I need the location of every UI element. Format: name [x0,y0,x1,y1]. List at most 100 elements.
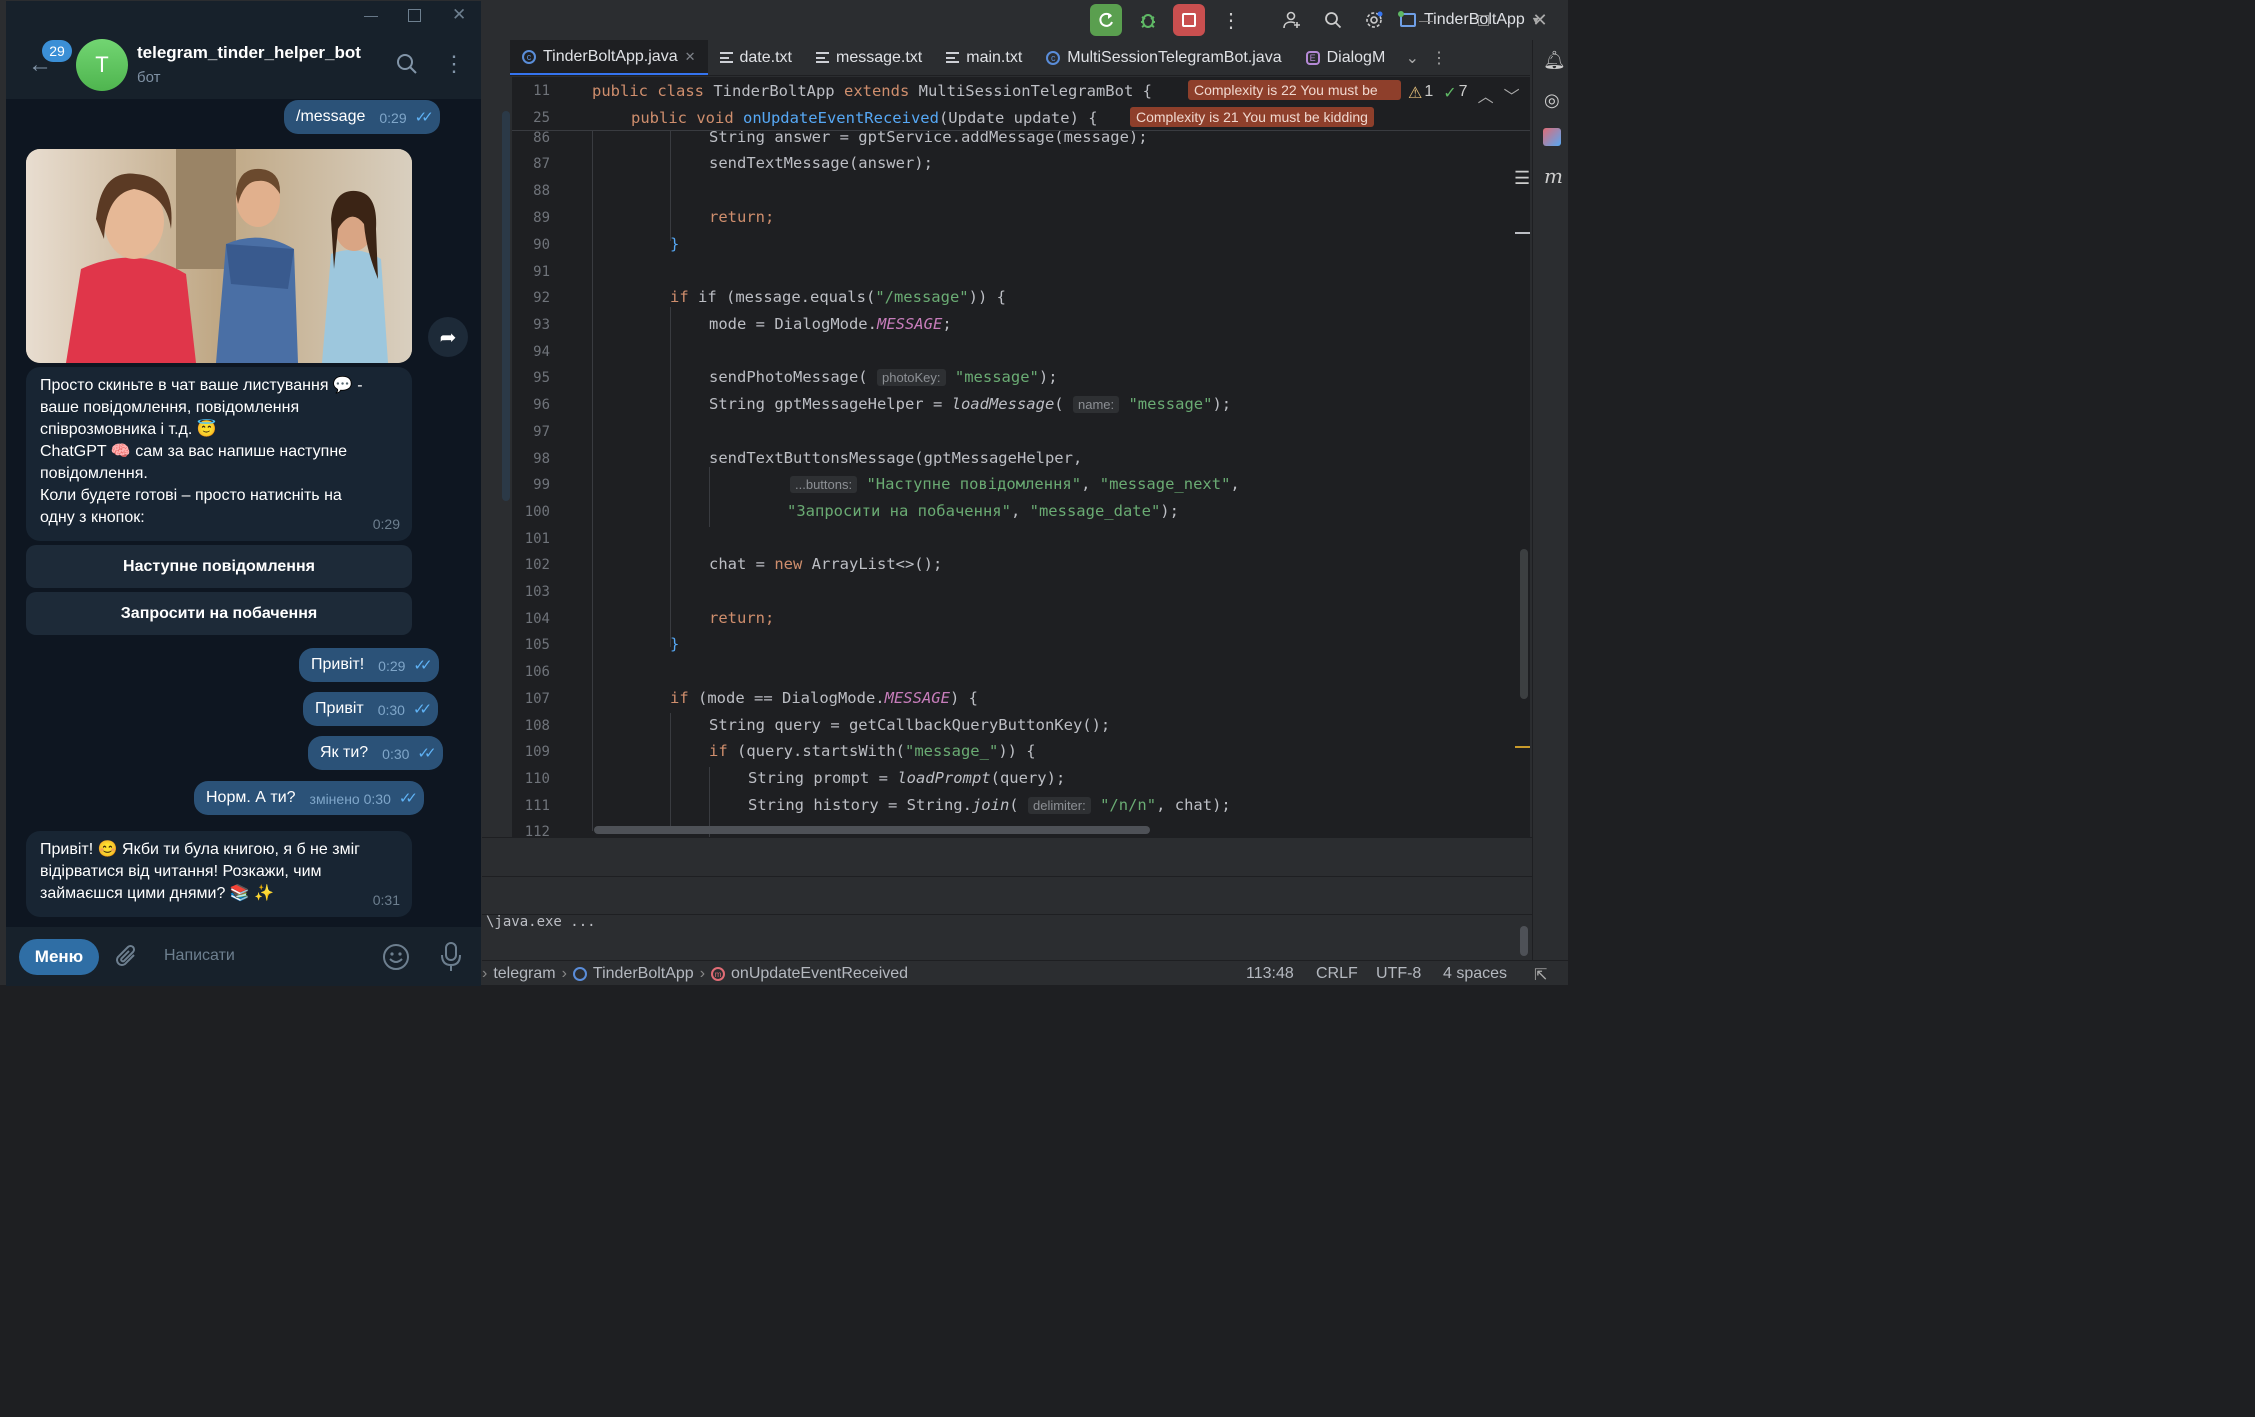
tab-dialogmode[interactable]: E DialogM [1294,40,1398,75]
vertical-scrollbar[interactable] [1520,549,1528,699]
incoming-message[interactable]: Просто скиньте в чат ваше листування 💬 -… [26,367,412,541]
microphone-icon[interactable] [440,941,462,973]
previous-highlight-icon[interactable]: ︿ [1478,83,1494,107]
line-number: 86 [533,130,550,146]
code-part: )) { [998,742,1036,760]
tab-tinderboltapp[interactable]: c TinderBoltApp.java ✕ [510,40,708,75]
line-number: 94 [533,344,550,360]
code-part: , [1081,475,1100,493]
telegram-window: — ✕ ← 29 T telegram_tinder_helper_bot бо… [5,0,510,986]
inline-button-ask-date[interactable]: Запросити на побачення [26,592,412,635]
code-line: if if (message.equals("/message")) { [670,288,1006,306]
line-number: 97 [533,424,550,440]
user-add-icon [1283,11,1300,29]
close-tab-icon[interactable]: ✕ [685,49,696,65]
tabs-overflow-button[interactable]: ⌄ [1398,40,1427,75]
chat-title[interactable]: telegram_tinder_helper_bot [137,43,361,63]
line-separator[interactable]: CRLF [1316,965,1358,983]
line-number: 92 [533,290,550,306]
rerun-button[interactable] [1090,4,1122,36]
inspection-widget[interactable]: ⚠ 1 ✓ 7 ︿ ﹀ [1408,83,1520,107]
message-list[interactable]: /message 0:29 ✓✓ ➦ Просто скиньте в чат … [6,99,481,927]
param-hint: name: [1072,396,1120,413]
stop-button[interactable] [1173,4,1205,36]
message-line: Коли будете готові – просто натисніть на [40,487,342,504]
avatar[interactable]: T [76,39,128,91]
restore-button[interactable] [1467,4,1499,36]
emoji-icon[interactable] [382,943,410,971]
add-user-button[interactable] [1276,4,1308,36]
code-part: , [1230,475,1240,493]
tab-message-txt[interactable]: message.txt [804,40,934,75]
check-icon: ✓ [1443,85,1457,102]
outgoing-message[interactable]: Як ти? 0:30 ✓✓ [308,736,443,770]
search-icon[interactable] [396,53,418,75]
breadcrumb-package[interactable]: telegram [493,965,555,983]
bot-menu-button[interactable]: Меню [19,939,99,975]
more-vertical-icon[interactable]: ⋮ [443,51,465,77]
sticky-line-class[interactable]: 11 public class TinderBoltApp extends Mu… [512,77,1530,104]
console-scrollbar[interactable] [1520,926,1528,956]
maven-icon[interactable]: m [1544,164,1563,188]
code-line: String query = getCallbackQueryButtonKey… [709,716,1111,734]
outgoing-message[interactable]: Привіт! 0:29 ✓✓ [299,648,439,682]
message-text: Привіт! [311,656,365,673]
reader-mode-icon[interactable]: ☰ [1514,168,1530,189]
tab-main-txt[interactable]: main.txt [934,40,1034,75]
tabs-more-button[interactable]: ⋮ [1427,40,1451,75]
line-number: 87 [533,156,550,172]
debug-button[interactable] [1132,4,1164,36]
more-vertical-icon: ⋮ [1221,9,1241,32]
tab-multisession[interactable]: c MultiSessionTelegramBot.java [1034,40,1293,75]
notifications-icon[interactable]: 🔔︎ [1543,50,1566,71]
breadcrumb-method[interactable]: onUpdateEventReceived [731,965,908,983]
incoming-message[interactable]: Привіт! 😊 Якби ти була книгою, я б не зм… [26,831,412,917]
breadcrumb[interactable]: › telegram › TinderBoltApp › m onUpdateE… [482,965,908,983]
outgoing-message[interactable]: Норм. А ти? змінено 0:30 ✓✓ [194,781,424,815]
read-ticks-icon: ✓✓ [412,701,432,718]
close-button[interactable]: ✕ [1524,4,1556,36]
close-icon[interactable]: ✕ [452,5,466,25]
paperclip-icon[interactable] [114,943,140,971]
line-number: 103 [524,584,550,600]
code-part: "message_date" [1029,502,1161,520]
code-editor[interactable]: 11 public class TinderBoltApp extends Mu… [512,77,1530,837]
outgoing-message[interactable]: Привіт 0:30 ✓✓ [303,692,439,726]
settings-button[interactable] [1358,4,1390,36]
plugin-icon[interactable] [1543,128,1561,146]
line-number: 89 [533,210,550,226]
chat-scrollbar[interactable] [502,111,510,501]
sticky-line-method[interactable]: 25 public void onUpdateEventReceived(Upd… [512,104,1530,131]
indent-setting[interactable]: 4 spaces [1443,965,1507,983]
maximize-icon[interactable] [408,9,421,22]
message-input[interactable]: Написати [164,947,235,965]
code-line: return; [709,208,775,226]
more-actions-button[interactable]: ⋮ [1215,4,1247,36]
minimize-button[interactable]: — [1410,4,1442,36]
line-number: 109 [524,744,550,760]
file-encoding[interactable]: UTF-8 [1376,965,1421,983]
lock-icon[interactable]: ⇱ [1534,965,1547,985]
code-line: sendTextButtonsMessage(gptMessageHelper, [709,449,1083,467]
message-photo[interactable] [26,149,412,363]
chevron-right-icon: › [482,965,488,982]
code-part: , chat); [1156,796,1231,814]
search-everywhere-button[interactable] [1317,4,1349,36]
ai-assistant-icon[interactable]: ◎ [1544,90,1560,111]
next-highlight-icon[interactable]: ﹀ [1504,83,1520,107]
text-file-icon [946,52,960,63]
code-part: loadPrompt [897,769,991,787]
chevron-right-icon: › [561,965,567,982]
line-number: 25 [533,110,550,126]
tab-date-txt[interactable]: date.txt [708,40,804,75]
minimize-icon[interactable]: — [364,7,378,23]
indent-guide [670,713,671,833]
code-part: ( [1054,395,1064,413]
share-button[interactable]: ➦ [428,317,468,357]
caret-position[interactable]: 113:48 [1246,965,1294,983]
console-output[interactable]: \java.exe ... [486,914,596,930]
outgoing-message[interactable]: /message 0:29 ✓✓ [284,100,440,134]
horizontal-scrollbar[interactable] [594,826,1150,834]
inline-button-next-message[interactable]: Наступне повідомлення [26,545,412,588]
breadcrumb-class[interactable]: TinderBoltApp [593,965,694,983]
